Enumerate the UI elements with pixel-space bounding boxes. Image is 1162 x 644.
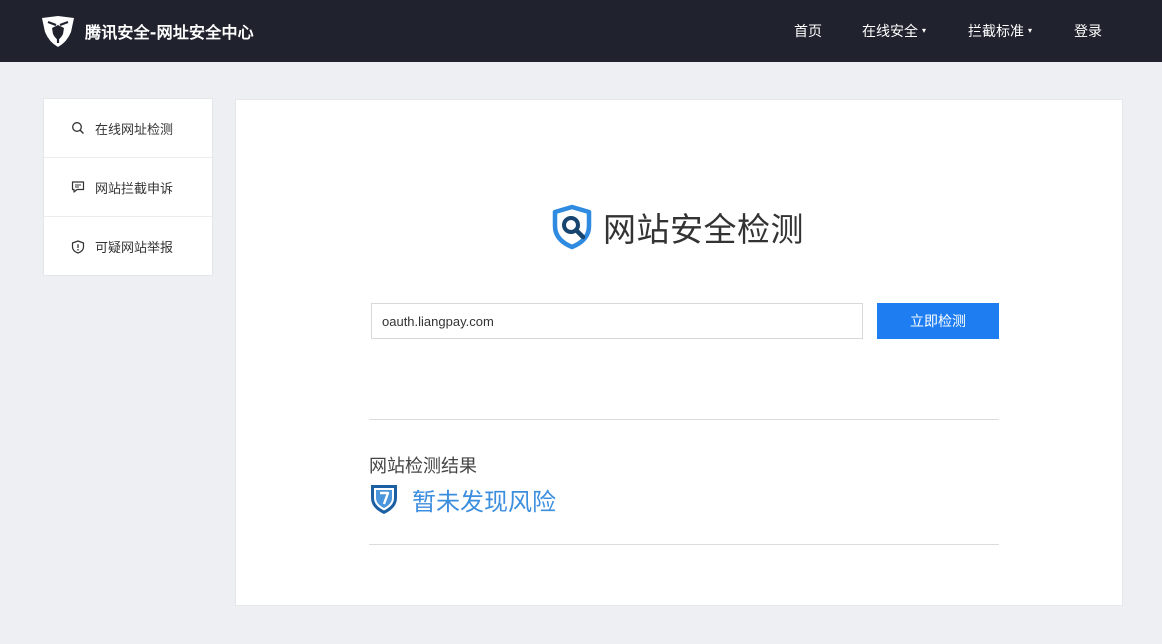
sidebar-item-url-check[interactable]: 在线网址检测 bbox=[44, 99, 212, 158]
search-icon bbox=[72, 122, 84, 134]
sidebar-item-report[interactable]: 可疑网站举报 bbox=[44, 217, 212, 276]
message-icon bbox=[71, 181, 85, 193]
sidebar-item-label: 在线网址检测 bbox=[95, 122, 174, 138]
result-status: 暂未发现风险 bbox=[369, 482, 556, 516]
nav-login[interactable]: 登录 bbox=[1074, 0, 1102, 62]
result-label: 网站检测结果 bbox=[369, 456, 477, 477]
chevron-down-icon: ▾ bbox=[1028, 25, 1033, 35]
sidebar: 在线网址检测 网站拦截申诉 可疑网站举报 bbox=[43, 98, 213, 276]
nav-home-label: 首页 bbox=[794, 24, 822, 40]
shield-alert-icon bbox=[71, 239, 85, 254]
url-input[interactable] bbox=[371, 303, 863, 339]
brand-title: 腾讯安全-网址安全中心 bbox=[85, 23, 254, 42]
hero: 网站安全检测 bbox=[549, 203, 804, 251]
main-panel: 网站安全检测 立即检测 网站检测结果 暂未发现风险 bbox=[235, 99, 1123, 606]
tencent-security-logo-icon bbox=[42, 16, 74, 47]
nav-block-standard-label: 拦截标准 bbox=[968, 24, 1024, 40]
chevron-down-icon: ▾ bbox=[922, 25, 927, 35]
nav-login-label: 登录 bbox=[1074, 24, 1102, 40]
divider bbox=[369, 544, 999, 545]
nav-online-security-label: 在线安全 bbox=[862, 24, 918, 40]
nav-block-standard[interactable]: 拦截标准 ▾ bbox=[968, 0, 1032, 62]
page-title: 网站安全检测 bbox=[603, 210, 804, 249]
brand[interactable]: 腾讯安全-网址安全中心 bbox=[40, 13, 254, 49]
sidebar-item-label: 可疑网站举报 bbox=[95, 241, 174, 256]
security-scan-icon bbox=[552, 204, 592, 250]
sidebar-item-appeal[interactable]: 网站拦截申诉 bbox=[44, 158, 212, 217]
sidebar-item-label: 网站拦截申诉 bbox=[95, 181, 174, 197]
safe-shield-icon bbox=[371, 485, 397, 514]
top-navbar: 腾讯安全-网址安全中心 首页 在线安全 ▾ 拦截标准 ▾ 登录 bbox=[0, 0, 1162, 62]
divider bbox=[369, 419, 999, 420]
check-now-button[interactable]: 立即检测 bbox=[877, 303, 999, 339]
nav-online-security[interactable]: 在线安全 ▾ bbox=[862, 0, 926, 62]
result-status-text: 暂未发现风险 bbox=[412, 487, 556, 516]
nav-home[interactable]: 首页 bbox=[794, 0, 822, 62]
